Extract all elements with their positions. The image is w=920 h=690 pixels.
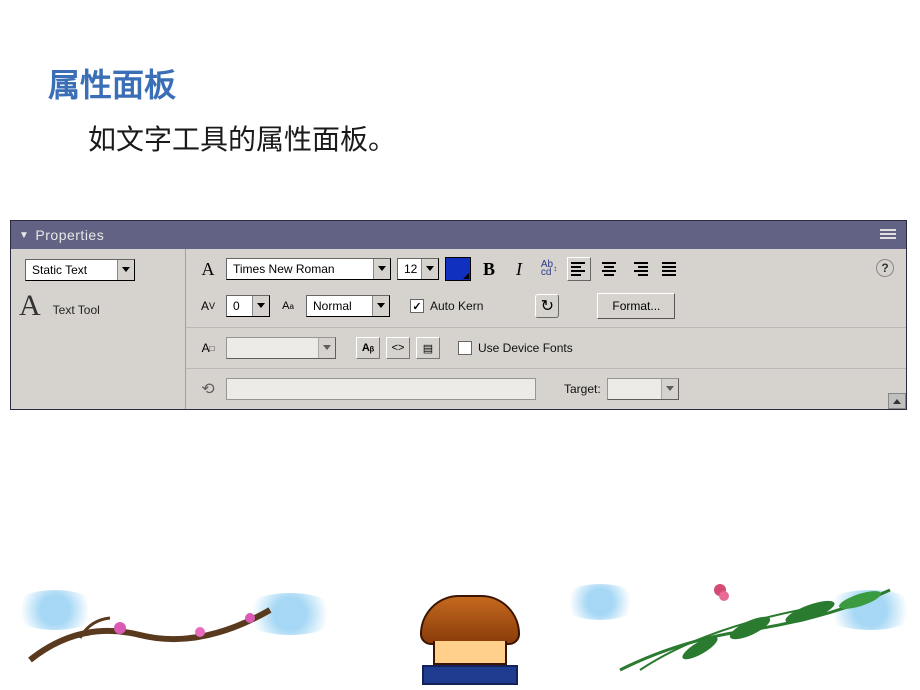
text-type-value: Static Text [26, 263, 117, 277]
char-position-value: Normal [307, 299, 372, 313]
dropdown-arrow-icon[interactable] [117, 260, 134, 280]
slide-subtitle: 如文字工具的属性面板。 [88, 118, 396, 158]
bold-button[interactable]: B [477, 257, 501, 281]
text-type-section: Static Text A Text Tool [11, 249, 186, 409]
rotation-button[interactable]: ↻ [535, 294, 559, 318]
italic-button[interactable]: I [507, 257, 531, 281]
panel-menu-icon[interactable] [880, 227, 896, 241]
properties-panel: ▼ Properties Static Text A Text Tool ? A [10, 220, 907, 410]
url-input [226, 378, 536, 400]
decorative-footer [0, 570, 920, 690]
dropdown-arrow-icon[interactable] [373, 259, 390, 279]
auto-kern-checkbox[interactable]: ✓ [410, 299, 424, 313]
expand-panel-button[interactable] [888, 393, 906, 409]
font-size-dropdown[interactable]: 12 [397, 258, 439, 280]
line-type-dropdown [226, 337, 336, 359]
render-html-button[interactable]: <> [386, 337, 410, 359]
dropdown-arrow-icon[interactable] [372, 296, 389, 316]
font-icon: A [196, 257, 220, 281]
dropdown-arrow-icon[interactable] [252, 296, 269, 316]
help-icon[interactable]: ? [876, 259, 894, 277]
char-spacing-input[interactable]: 0 [226, 295, 270, 317]
dropdown-arrow-icon[interactable] [421, 259, 438, 279]
text-tool-icon: A [19, 289, 41, 323]
use-device-fonts-checkbox[interactable] [458, 341, 472, 355]
collapse-triangle-icon[interactable]: ▼ [19, 230, 29, 241]
border-button[interactable]: ▤ [416, 337, 440, 359]
char-position-icon: Aa [276, 294, 300, 318]
font-family-dropdown[interactable]: Times New Roman [226, 258, 391, 280]
font-size-value: 12 [398, 262, 421, 276]
panel-title: Properties [35, 227, 104, 243]
use-device-fonts-label: Use Device Fonts [478, 341, 573, 355]
dropdown-arrow-icon [318, 338, 335, 358]
format-button[interactable]: Format... [597, 293, 675, 319]
selectable-button[interactable]: Aᵦ [356, 337, 380, 359]
align-left-button[interactable] [567, 257, 591, 281]
align-center-button[interactable] [597, 257, 621, 281]
link-icon: ⟲ [196, 377, 220, 401]
font-row: A Times New Roman 12 B I Abcd↕ [186, 249, 906, 285]
text-color-swatch[interactable] [445, 257, 471, 281]
align-justify-button[interactable] [657, 257, 681, 281]
text-type-dropdown[interactable]: Static Text [25, 259, 135, 281]
panel-header[interactable]: ▼ Properties [11, 221, 906, 249]
slide-title: 属性面板 [48, 60, 176, 106]
selectable-icon: A□ [196, 336, 220, 360]
target-label: Target: [564, 382, 601, 396]
url-row: ⟲ Target: [186, 369, 906, 409]
font-family-value: Times New Roman [227, 262, 373, 276]
char-spacing-value: 0 [227, 299, 252, 313]
auto-kern-label: Auto Kern [430, 299, 483, 313]
dropdown-arrow-icon [661, 379, 678, 399]
text-direction-button[interactable]: Abcd↕ [537, 257, 561, 281]
character-sprite [415, 595, 525, 690]
target-dropdown [607, 378, 679, 400]
spacing-row: A V 0 Aa Normal ✓ Auto Kern ↻ Format... [186, 285, 906, 328]
char-position-dropdown[interactable]: Normal [306, 295, 390, 317]
char-spacing-icon: A V [196, 294, 220, 318]
selectable-row: A□ Aᵦ <> ▤ Use Device Fonts [186, 328, 906, 369]
align-right-button[interactable] [627, 257, 651, 281]
tool-label: Text Tool [53, 303, 100, 317]
